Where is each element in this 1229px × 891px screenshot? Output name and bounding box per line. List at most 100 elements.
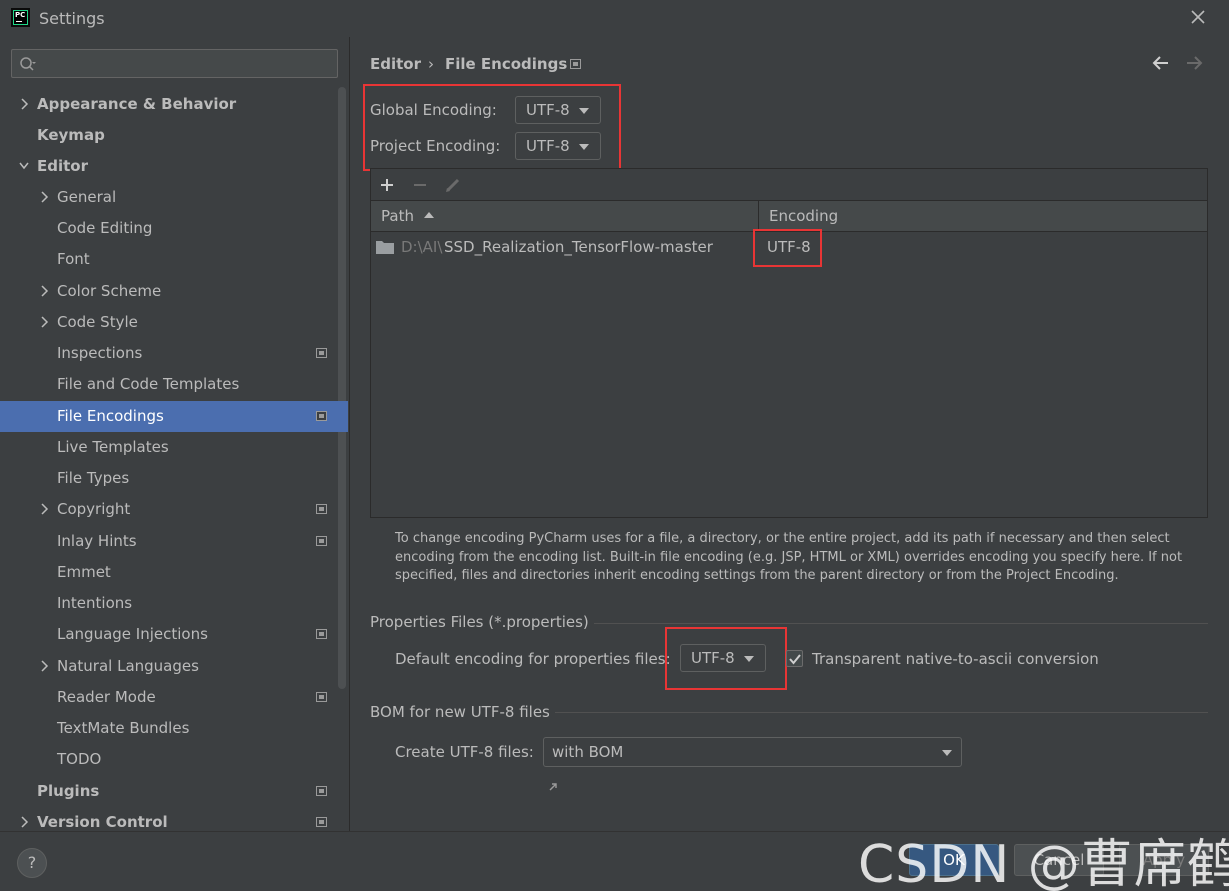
sidebar-item-file-and-code-templates[interactable]: File and Code Templates <box>0 369 338 400</box>
sidebar-item-label: Emmet <box>57 563 111 581</box>
sidebar-item-label: TextMate Bundles <box>57 719 190 737</box>
sidebar-item-file-types[interactable]: File Types <box>0 463 338 494</box>
back-arrow-icon[interactable] <box>1151 54 1171 72</box>
close-icon[interactable] <box>1188 7 1208 27</box>
help-button[interactable]: ? <box>17 848 47 878</box>
breadcrumb-separator: › <box>428 55 434 73</box>
sidebar-item-label: Live Templates <box>57 438 169 456</box>
highlight-box-properties <box>665 627 787 690</box>
path-prefix: D:\AI\ <box>401 238 443 256</box>
sidebar-item-general[interactable]: General <box>0 182 338 213</box>
help-text: To change encoding PyCharm uses for a fi… <box>395 531 1183 583</box>
settings-content: Editor › File Encodings Global Encoding:… <box>350 37 1229 831</box>
chevron-right-icon[interactable] <box>39 503 49 515</box>
sidebar-item-label: Inspections <box>57 344 143 362</box>
path-name: SSD_Realization_TensorFlow-master <box>444 238 713 256</box>
sort-ascending-icon <box>424 212 434 218</box>
column-path[interactable]: Path <box>381 207 414 225</box>
native-to-ascii-checkbox[interactable] <box>786 650 803 667</box>
chevron-right-icon[interactable] <box>19 98 29 110</box>
breadcrumb-editor[interactable]: Editor <box>370 55 421 73</box>
sidebar-item-file-encodings[interactable]: File Encodings <box>0 401 348 432</box>
project-scope-icon <box>316 786 327 796</box>
sidebar-item-textmate-bundles[interactable]: TextMate Bundles <box>0 713 338 744</box>
sidebar-item-copyright[interactable]: Copyright <box>0 494 338 525</box>
settings-sidebar: Appearance & Behavior Keymap Editor General… <box>0 37 349 831</box>
sidebar-item-label: Version Control <box>37 813 168 831</box>
project-scope-icon <box>316 411 327 421</box>
add-icon[interactable] <box>377 175 397 195</box>
project-scope-icon <box>316 504 327 514</box>
sidebar-scrollbar[interactable] <box>338 87 346 689</box>
sidebar-item-label: Language Injections <box>57 625 208 643</box>
sidebar-item-label: File Encodings <box>57 407 164 425</box>
sidebar-item-emmet[interactable]: Emmet <box>0 557 338 588</box>
sidebar-item-appearance-behavior[interactable]: Appearance & Behavior <box>0 89 338 120</box>
section-divider <box>555 712 1208 713</box>
highlight-box-row-encoding <box>753 229 822 267</box>
sidebar-item-label: Reader Mode <box>57 688 156 706</box>
sidebar-item-reader-mode[interactable]: Reader Mode <box>0 682 338 713</box>
project-scope-icon <box>316 817 327 827</box>
chevron-right-icon[interactable] <box>19 816 29 828</box>
sidebar-item-label: Code Style <box>57 313 138 331</box>
native-to-ascii-label[interactable]: Transparent native-to-ascii conversion <box>812 650 1099 668</box>
column-divider <box>758 201 759 232</box>
sidebar-item-label: General <box>57 188 117 206</box>
search-input[interactable] <box>11 49 338 78</box>
remove-icon[interactable] <box>410 175 430 195</box>
project-scope-icon <box>316 692 327 702</box>
sidebar-item-code-style[interactable]: Code Style <box>0 307 338 338</box>
sidebar-item-font[interactable]: Font <box>0 244 338 275</box>
external-link-icon[interactable] <box>548 782 558 792</box>
project-scope-icon <box>316 536 327 546</box>
sidebar-item-inlay-hints[interactable]: Inlay Hints <box>0 526 338 557</box>
sidebar-item-todo[interactable]: TODO <box>0 744 338 775</box>
folder-icon <box>376 241 394 254</box>
sidebar-item-label: TODO <box>57 750 102 768</box>
csdn-watermark: CSDN @曹席鹤 <box>858 835 1229 891</box>
sidebar-item-label: Plugins <box>37 782 100 800</box>
sidebar-item-label: Code Editing <box>57 219 153 237</box>
table-toolbar <box>371 169 1207 201</box>
sidebar-item-intentions[interactable]: Intentions <box>0 588 338 619</box>
table-header: Path Encoding <box>371 201 1207 232</box>
column-encoding[interactable]: Encoding <box>769 207 838 225</box>
section-divider <box>594 623 1208 624</box>
path-encoding-table: Path Encoding D:\AI\ SSD_Realization_Ten… <box>370 168 1208 518</box>
search-icon <box>20 57 36 71</box>
sidebar-item-label: Copyright <box>57 500 131 518</box>
pycharm-logo-icon: PC <box>11 8 30 27</box>
sidebar-item-keymap[interactable]: Keymap <box>0 120 338 151</box>
project-scope-icon <box>570 59 581 69</box>
chevron-right-icon[interactable] <box>39 660 49 672</box>
sidebar-item-live-templates[interactable]: Live Templates <box>0 432 338 463</box>
bom-section-title: BOM for new UTF-8 files <box>370 703 550 721</box>
window-title: Settings <box>39 9 105 28</box>
sidebar-item-natural-languages[interactable]: Natural Languages <box>0 651 338 682</box>
properties-section-title: Properties Files (*.properties) <box>370 613 589 631</box>
sidebar-item-language-injections[interactable]: Language Injections <box>0 619 338 650</box>
sidebar-item-inspections[interactable]: Inspections <box>0 338 338 369</box>
sidebar-item-editor[interactable]: Editor <box>0 151 338 182</box>
table-body: D:\AI\ SSD_Realization_TensorFlow-master… <box>371 232 1207 517</box>
edit-icon[interactable] <box>443 175 463 195</box>
sidebar-item-code-editing[interactable]: Code Editing <box>0 213 338 244</box>
sidebar-item-label: Color Scheme <box>57 282 162 300</box>
create-utf8-value: with BOM <box>552 743 624 761</box>
breadcrumb-current: File Encodings <box>445 55 568 73</box>
create-utf8-select[interactable]: with BOM <box>543 737 962 767</box>
sidebar-item-color-scheme[interactable]: Color Scheme <box>0 276 338 307</box>
chevron-right-icon[interactable] <box>39 285 49 297</box>
chevron-down-icon[interactable] <box>19 160 29 172</box>
forward-arrow-icon[interactable] <box>1184 54 1204 72</box>
sidebar-item-plugins[interactable]: Plugins <box>0 776 338 807</box>
create-utf8-label: Create UTF-8 files: <box>395 743 534 761</box>
checkmark-icon <box>789 654 801 665</box>
sidebar-item-label: Font <box>57 250 90 268</box>
sidebar-item-label: Inlay Hints <box>57 532 137 550</box>
project-scope-icon <box>316 348 327 358</box>
chevron-right-icon[interactable] <box>39 191 49 203</box>
chevron-right-icon[interactable] <box>39 316 49 328</box>
sidebar-item-label: Intentions <box>57 594 133 612</box>
